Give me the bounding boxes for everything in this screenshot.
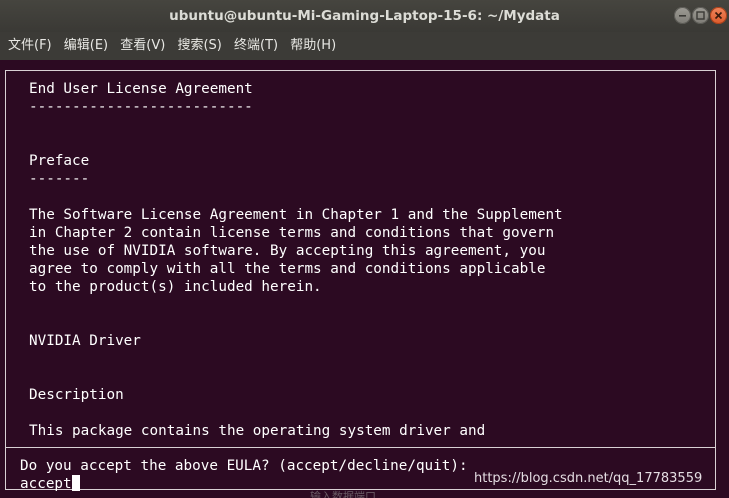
- faint-overlay-text: 输入数据端口: [310, 490, 376, 498]
- menu-search[interactable]: 搜索(S): [177, 32, 221, 60]
- window-title: ubuntu@ubuntu-Mi-Gaming-Laptop-15-6: ~/M…: [169, 8, 560, 24]
- menu-view[interactable]: 查看(V): [120, 32, 165, 60]
- eula-text: End User License Agreement -------------…: [29, 81, 563, 439]
- text-cursor: [71, 475, 80, 491]
- eula-prompt: Do you accept the above EULA? (accept/de…: [20, 458, 468, 474]
- pager-divider: [5, 447, 716, 448]
- watermark-text: https://blog.csdn.net/qq_17783559: [474, 471, 703, 486]
- menu-help[interactable]: 帮助(H): [290, 32, 336, 60]
- menu-file[interactable]: 文件(F): [8, 32, 52, 60]
- menu-edit[interactable]: 编辑(E): [64, 32, 108, 60]
- window-titlebar[interactable]: ubuntu@ubuntu-Mi-Gaming-Laptop-15-6: ~/M…: [0, 0, 729, 32]
- menu-terminal[interactable]: 终端(T): [234, 32, 278, 60]
- terminal-area[interactable]: End User License Agreement -------------…: [0, 60, 729, 498]
- maximize-icon[interactable]: [692, 7, 709, 24]
- menu-bar: 文件(F) 编辑(E) 查看(V) 搜索(S) 终端(T) 帮助(H): [0, 32, 729, 60]
- eula-input-value: accept: [20, 476, 72, 492]
- minimize-icon[interactable]: [674, 7, 691, 24]
- eula-input[interactable]: accept: [20, 475, 80, 493]
- close-icon[interactable]: [710, 7, 727, 24]
